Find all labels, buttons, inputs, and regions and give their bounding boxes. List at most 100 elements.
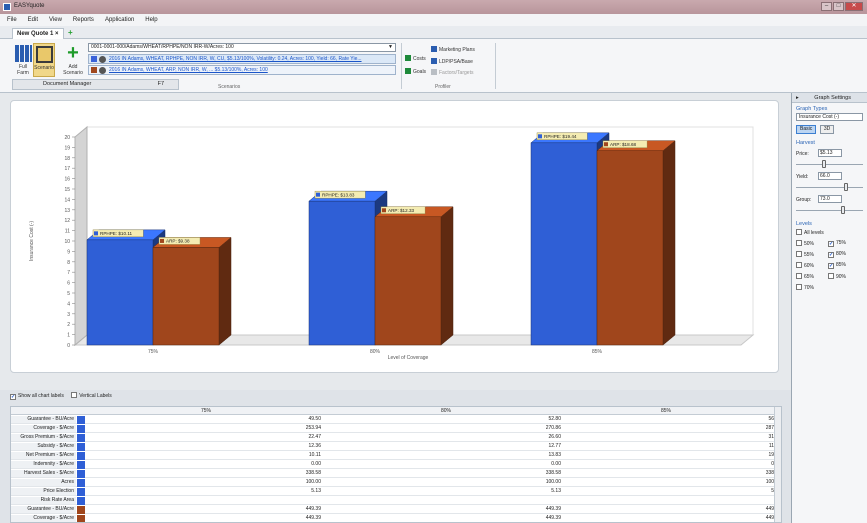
vertical-labels-checkbox[interactable] — [71, 392, 78, 398]
marketing-plans-button[interactable]: Marketing Plans — [431, 46, 475, 53]
y-tick-label: 17 — [64, 166, 70, 172]
3d-button[interactable]: 3D — [819, 125, 835, 134]
table-row[interactable]: Indemnity - $/Acre 0.00 0.00 0.00 — [11, 461, 781, 469]
series-swatch — [77, 479, 85, 487]
table-row[interactable]: Subsidy - $/Acre 12.36 12.77 11.92 — [11, 443, 781, 451]
level-checkbox-item[interactable]: 60% — [796, 262, 814, 269]
harvest-title: Harvest — [796, 140, 815, 146]
table-row[interactable]: Coverage - $/Acre 449.39 449.39 449.39 — [11, 515, 781, 522]
menu-reports[interactable]: Reports — [73, 17, 94, 23]
close-button[interactable]: ✕ — [845, 2, 863, 11]
checkbox[interactable] — [796, 240, 802, 246]
level-checkbox-item[interactable]: 70% — [796, 284, 814, 291]
menu-view[interactable]: View — [49, 17, 62, 23]
price-input[interactable]: $5.13 — [818, 149, 842, 157]
checkbox[interactable] — [828, 241, 834, 247]
price-slider[interactable] — [796, 160, 863, 169]
level-checkbox-item[interactable]: 75% — [828, 240, 846, 247]
add-tab-icon[interactable]: + — [68, 28, 73, 37]
table-row[interactable]: Acres 100.00 100.00 100.00 — [11, 479, 781, 487]
table-cell: 22.47 — [308, 434, 321, 440]
level-checkbox-item[interactable]: 55% — [796, 251, 814, 258]
table-cell: 0.00 — [311, 461, 321, 467]
level-label: 75% — [836, 240, 847, 246]
scenario-link[interactable]: 2016 IN Adams, WHEAT, RPHPE, NON IRR, W,… — [109, 56, 362, 62]
ldp-button[interactable]: LDP/PSA/Base — [431, 58, 473, 65]
all-levels-checkbox[interactable]: All levels — [796, 229, 824, 236]
menu-application[interactable]: Application — [105, 17, 134, 23]
table-row[interactable]: Gross Premium - $/Acre 22.47 26.60 31.36 — [11, 434, 781, 442]
yield-slider[interactable] — [796, 183, 863, 192]
document-manager-button[interactable]: Document Manager F7 — [12, 79, 179, 90]
basic-button[interactable]: Basic — [796, 125, 817, 134]
chart-container: 0 1 2 3 4 5 6 7 8 9 10 11 12 13 14 15 16 17 18 19 20 Insuranc… — [10, 100, 779, 373]
bar-chart: 01234567891011121314151617181920Insuranc… — [29, 125, 755, 361]
ribbon: Full Farm Scenario + Add Scenario Docume… — [0, 39, 867, 93]
graph-settings-header: ▸ Graph Settings — [792, 93, 867, 103]
level-checkbox-item[interactable]: 80% — [828, 251, 846, 258]
maximize-button[interactable]: □ — [833, 2, 844, 11]
table-cell: 12.36 — [308, 443, 321, 449]
slider-thumb[interactable] — [821, 160, 826, 168]
table-row[interactable]: Guarantee - BU/Acre 49.50 52.80 56.10 — [11, 416, 781, 424]
expand-icon[interactable]: ▸ — [796, 95, 799, 101]
menu-edit[interactable]: Edit — [28, 17, 38, 23]
checkbox[interactable] — [796, 229, 802, 235]
checkbox[interactable] — [828, 252, 834, 258]
slider-thumb[interactable] — [840, 206, 845, 214]
series-swatch — [77, 461, 85, 469]
bar — [86, 239, 154, 346]
slider-thumb[interactable] — [844, 183, 848, 191]
graph-type-select[interactable]: Insurance Cost (-) — [796, 113, 863, 121]
level-checkbox-item[interactable]: 65% — [796, 273, 814, 280]
column-header: 85% — [661, 408, 672, 414]
checkbox[interactable] — [796, 284, 802, 290]
bar — [374, 216, 442, 346]
table-cell: 0.00 — [701, 461, 781, 468]
tab-new-quote[interactable]: New Quote 1 × — [12, 28, 64, 39]
y-tick-label: 16 — [64, 177, 70, 183]
table-cell: 449.39 — [305, 515, 321, 521]
checkbox[interactable] — [828, 273, 834, 279]
scenario-row[interactable]: 2016 IN Adams, WHEAT, ARP, NON IRR, W, .… — [88, 65, 396, 75]
scenario-button[interactable]: Scenario — [33, 43, 55, 77]
level-checkbox-item[interactable]: 50% — [796, 240, 814, 247]
costs-button[interactable]: Costs — [405, 55, 426, 62]
goals-button[interactable]: Goals — [405, 68, 426, 75]
table-cell: 0.00 — [551, 461, 561, 467]
table-cell: 5.13 — [551, 488, 561, 494]
level-checkbox-item[interactable]: 90% — [828, 273, 846, 280]
table-row[interactable]: Price Election 5.13 5.13 5.13 — [11, 488, 781, 496]
add-scenario-button[interactable]: + Add Scenario — [60, 43, 86, 76]
factors-button[interactable]: Factors/Targets — [431, 69, 473, 76]
table-row[interactable]: Net Premium - $/Acre 10.11 13.83 19.44 — [11, 452, 781, 460]
data-label-swatch — [160, 238, 164, 243]
scenario-row[interactable]: 2016 IN Adams, WHEAT, RPHPE, NON IRR, W,… — [88, 54, 396, 64]
checkbox[interactable] — [796, 273, 802, 279]
table-row[interactable]: Coverage - $/Acre 253.94 270.86 287.79 — [11, 425, 781, 433]
grid-icon — [431, 58, 437, 64]
yield-input[interactable]: 66.0 — [818, 172, 842, 180]
tab-close-icon[interactable]: × — [55, 31, 59, 37]
data-label-swatch — [94, 231, 98, 236]
checkbox[interactable] — [796, 262, 802, 268]
level-checkbox-item[interactable]: 85% — [828, 262, 846, 269]
checkbox[interactable] — [796, 251, 802, 257]
table-scrollbar[interactable] — [774, 407, 781, 522]
table-row[interactable]: Harvest Sales - $/Acre 338.58 338.58 338.58 — [11, 470, 781, 478]
group-input[interactable]: 73.0 — [818, 195, 842, 203]
group-slider[interactable] — [796, 206, 863, 215]
scenario-dropdown[interactable]: 0001-0001-000/Adams/WHEAT/RPHPE/NON IRR-… — [88, 43, 396, 52]
scenario-link[interactable]: 2016 IN Adams, WHEAT, ARP, NON IRR, W, .… — [109, 67, 268, 73]
minimize-button[interactable]: – — [821, 2, 832, 11]
data-label-swatch — [382, 208, 386, 213]
show-labels-checkbox[interactable] — [10, 394, 16, 400]
table-row[interactable]: Risk Rate Area — [11, 497, 781, 505]
menu-help[interactable]: Help — [145, 17, 157, 23]
table-row[interactable]: Guarantee - BU/Acre 449.39 449.39 449.39 — [11, 506, 781, 514]
full-farm-button[interactable]: Full Farm — [14, 45, 32, 76]
checkbox[interactable] — [828, 263, 834, 269]
column-header: 80% — [441, 408, 452, 414]
level-label: 50% — [804, 241, 815, 247]
menu-file[interactable]: File — [7, 17, 17, 23]
